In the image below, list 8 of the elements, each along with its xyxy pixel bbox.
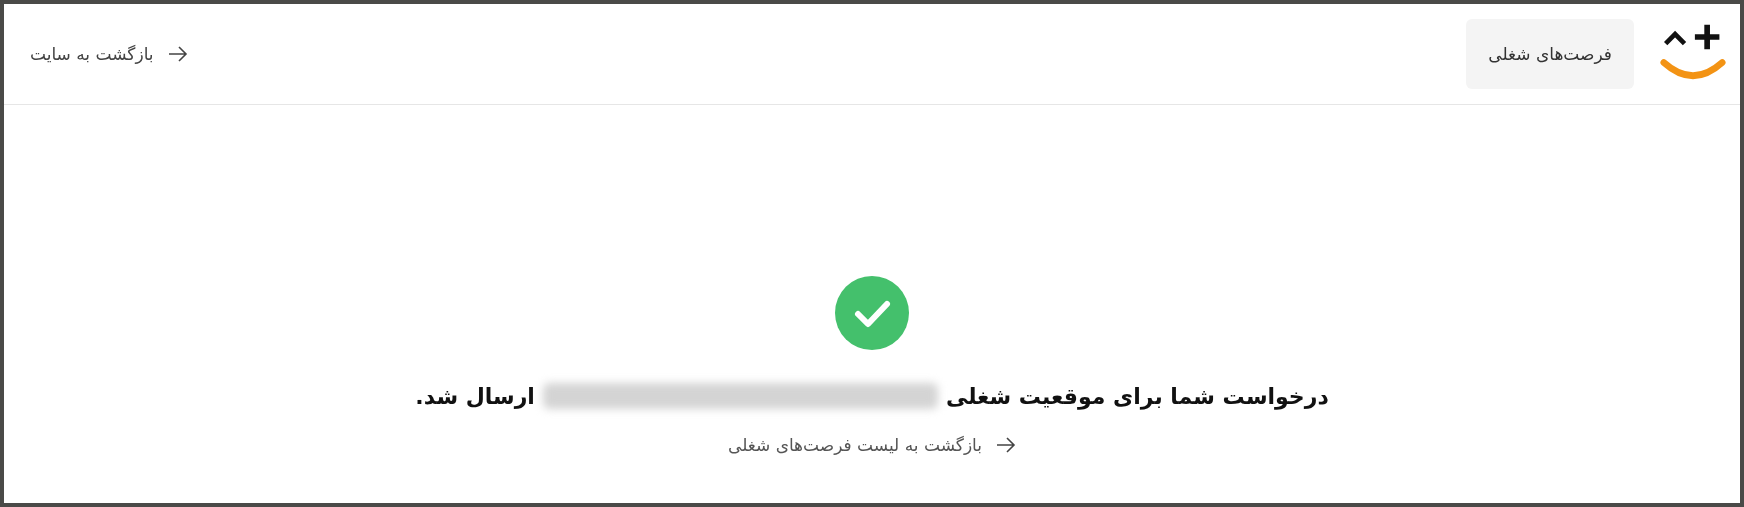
- arrow-icon: [167, 46, 188, 62]
- back-to-site-link[interactable]: بازگشت به سایت: [30, 44, 188, 64]
- arrow-icon: [996, 437, 1016, 453]
- job-openings-button[interactable]: فرصت‌های شغلی: [1466, 19, 1634, 89]
- success-check-icon: [835, 276, 909, 350]
- message-text: درخواست شما برای موقعیت شغلی: [945, 383, 1329, 409]
- message-text: ارسال شد.: [415, 383, 535, 409]
- back-to-list-link[interactable]: بازگشت به لیست فرصت‌های شغلی: [728, 435, 1016, 455]
